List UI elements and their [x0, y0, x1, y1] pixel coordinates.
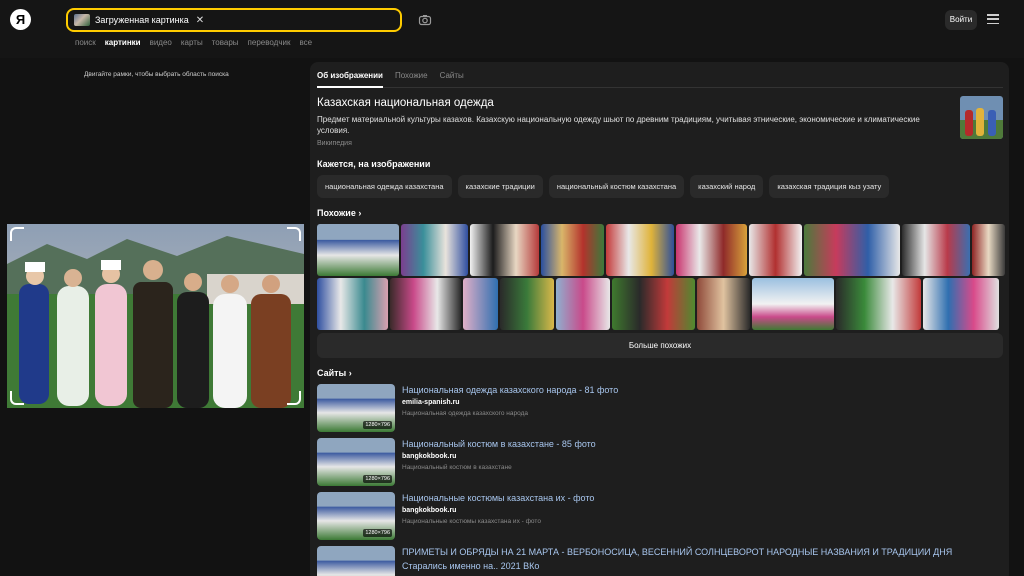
tab-about-image[interactable]: Об изображении [317, 71, 383, 80]
image-size-badge: 1280×796 [363, 529, 392, 537]
seems-heading: Кажется, на изображении [317, 159, 431, 169]
site-snippet: Национальная одежда казахского народа [402, 410, 528, 417]
similar-image[interactable] [317, 224, 399, 276]
site-snippet: Национальный костюм в казахстане [402, 464, 512, 471]
site-thumbnail[interactable]: 1280×796 [317, 492, 395, 540]
similar-image[interactable] [749, 224, 802, 276]
close-icon[interactable]: ✕ [196, 15, 204, 26]
similar-image[interactable] [390, 278, 461, 330]
tab-video[interactable]: видео [150, 38, 172, 47]
site-result[interactable]: 1280×796 Национальный костюм в казахстан… [317, 438, 1003, 486]
site-domain[interactable]: emilia-spanish.ru [402, 399, 460, 406]
tag-chip[interactable]: казахский народ [690, 175, 764, 198]
site-result[interactable]: ПРИМЕТЫ И ОБРЯДЫ НА 21 МАРТА - ВЕРБОНОСИ… [317, 546, 1003, 576]
menu-icon[interactable] [987, 14, 999, 25]
image-size-badge: 1280×796 [363, 475, 392, 483]
similar-image[interactable] [612, 278, 695, 330]
results-panel: Об изображении Похожие Сайты Казахская н… [310, 62, 1009, 576]
site-thumbnail[interactable] [317, 546, 395, 576]
image-size-badge: 1280×796 [363, 421, 392, 429]
site-thumbnail[interactable]: 1280×796 [317, 438, 395, 486]
similar-row-1 [317, 224, 1005, 276]
entity-thumbnail[interactable] [960, 96, 1003, 139]
more-similar-button[interactable]: Больше похожих [317, 333, 1003, 358]
tab-maps[interactable]: карты [181, 38, 203, 47]
tab-sites[interactable]: Сайты [440, 71, 464, 80]
site-title-link[interactable]: Национальные костюмы казахстана их - фот… [402, 493, 594, 503]
results-tabs: Об изображении Похожие Сайты [317, 71, 464, 80]
crop-handle-top-right[interactable] [287, 227, 301, 241]
site-title-link[interactable]: Национальная одежда казахского народа - … [402, 385, 618, 395]
similar-image[interactable] [902, 224, 970, 276]
similar-image[interactable] [606, 224, 674, 276]
similar-heading[interactable]: Похожие › [317, 208, 361, 218]
crop-handle-top-left[interactable] [10, 227, 24, 241]
crop-handle-bottom-right[interactable] [287, 391, 301, 405]
similar-image[interactable] [500, 278, 554, 330]
tag-chip[interactable]: казахская традиция кыз узату [769, 175, 890, 198]
tab-similar[interactable]: Похожие [395, 71, 428, 80]
uploaded-image-thumbnail [74, 14, 90, 26]
crop-hint: Двигайте рамки, чтобы выбрать область по… [84, 71, 229, 78]
yandex-logo[interactable]: Я [10, 9, 31, 30]
similar-image[interactable] [697, 278, 750, 330]
site-domain[interactable]: Старались именно на.. 2021 ВКо [402, 561, 539, 571]
similar-image[interactable] [541, 224, 604, 276]
similar-row-2 [317, 278, 999, 330]
tag-list: национальная одежда казахстана казахские… [317, 175, 890, 198]
similar-image[interactable] [923, 278, 999, 330]
tag-chip[interactable]: национальный костюм казахстана [548, 175, 685, 198]
entity-description: Предмет материальной культуры казахов. К… [317, 115, 920, 135]
similar-image[interactable] [556, 278, 610, 330]
similar-image[interactable] [463, 278, 498, 330]
tabs-divider [317, 87, 1003, 88]
site-result[interactable]: 1280×796 Национальная одежда казахского … [317, 384, 1003, 432]
entity-title[interactable]: Казахская национальная одежда [317, 97, 494, 109]
tab-search[interactable]: поиск [75, 38, 96, 47]
login-button[interactable]: Войти [945, 10, 977, 30]
similar-image[interactable] [401, 224, 468, 276]
site-domain[interactable]: bangkokbook.ru [402, 453, 456, 460]
tag-chip[interactable]: казахские традиции [457, 175, 543, 198]
similar-image[interactable] [317, 278, 388, 330]
site-thumbnail[interactable]: 1280×796 [317, 384, 395, 432]
uploaded-image-label: Загруженная картинка [95, 15, 189, 25]
uploaded-image-chip[interactable]: Загруженная картинка ✕ [74, 13, 204, 27]
camera-search-icon[interactable] [418, 13, 432, 27]
sites-heading[interactable]: Сайты › [317, 368, 352, 378]
tab-images[interactable]: картинки [105, 38, 141, 47]
search-bar[interactable]: Загруженная картинка ✕ [66, 8, 402, 32]
similar-image[interactable] [972, 224, 1005, 276]
similar-image[interactable] [470, 224, 539, 276]
site-result[interactable]: 1280×796 Национальные костюмы казахстана… [317, 492, 1003, 540]
similar-image[interactable] [676, 224, 747, 276]
tab-all[interactable]: все [299, 38, 312, 47]
similar-image[interactable] [752, 278, 834, 330]
top-header: Я Загруженная картинка ✕ Войти поиск кар… [0, 0, 1024, 58]
site-domain[interactable]: bangkokbook.ru [402, 507, 456, 514]
source-photo [7, 224, 304, 408]
source-image-crop-area[interactable] [7, 224, 304, 408]
site-snippet: Национальные костюмы казахстана их - фот… [402, 518, 541, 525]
site-title-link[interactable]: Национальный костюм в казахстане - 85 фо… [402, 439, 596, 449]
tag-chip[interactable]: национальная одежда казахстана [317, 175, 452, 198]
tab-translator[interactable]: переводчик [248, 38, 291, 47]
active-tab-indicator [317, 86, 383, 88]
entity-source[interactable]: Википедия [317, 140, 352, 147]
service-tabs: поиск картинки видео карты товары перево… [75, 38, 312, 47]
similar-image[interactable] [836, 278, 921, 330]
site-title-link[interactable]: ПРИМЕТЫ И ОБРЯДЫ НА 21 МАРТА - ВЕРБОНОСИ… [402, 547, 952, 557]
tab-products[interactable]: товары [212, 38, 239, 47]
similar-image[interactable] [804, 224, 900, 276]
crop-handle-bottom-left[interactable] [10, 391, 24, 405]
